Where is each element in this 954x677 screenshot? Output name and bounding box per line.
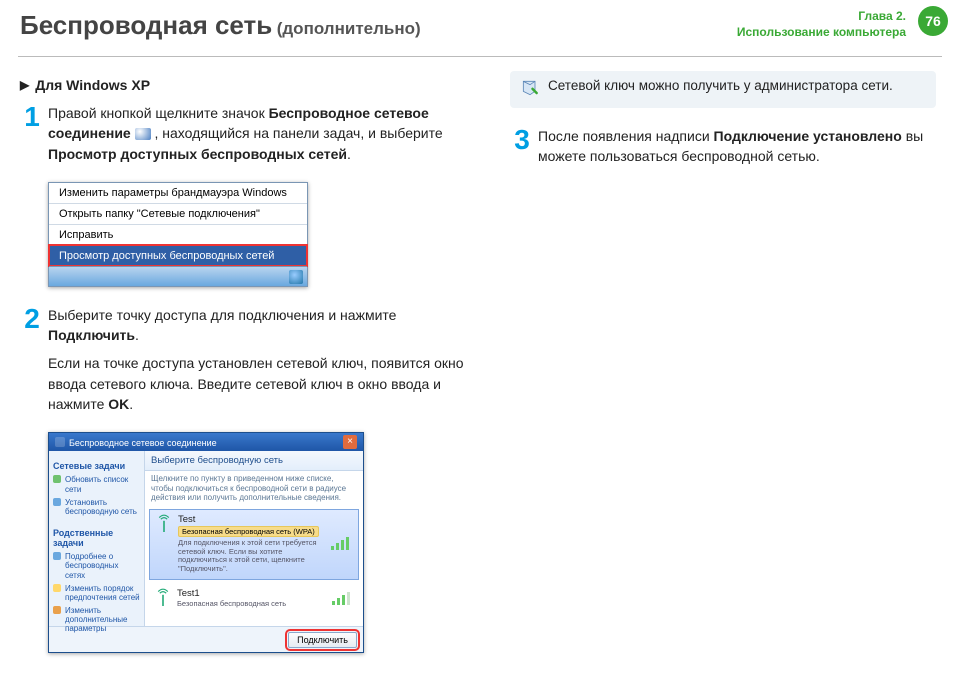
step-number: 1 (20, 97, 44, 138)
window-titlebar[interactable]: Беспроводное сетевое соединение × (49, 433, 363, 451)
sidebar-heading: Сетевые задачи (53, 461, 140, 471)
sidebar-heading: Родственные задачи (53, 528, 140, 548)
sidebar-item-advanced[interactable]: Изменить дополнительные параметры (53, 604, 140, 636)
tip-text: Сетевой ключ можно получить у администра… (548, 78, 893, 93)
antenna-icon (156, 514, 172, 534)
window-icon (55, 437, 65, 447)
window-title-text: Беспроводное сетевое соединение (55, 437, 217, 448)
wireless-window: Беспроводное сетевое соединение × Сетевы… (48, 432, 364, 653)
close-icon[interactable]: × (343, 435, 357, 449)
ap-name: Test (178, 514, 324, 525)
context-menu-screenshot: Изменить параметры брандмауэра Windows О… (48, 182, 308, 287)
triangle-bullet-icon: ▶ (20, 78, 29, 92)
connect-button[interactable]: Подключить (288, 632, 357, 648)
step-1: 1 Правой кнопкой щелкните значок Беспров… (20, 103, 470, 164)
step-number: 2 (20, 299, 44, 340)
window-main: Выберите беспроводную сеть Щелкните по п… (145, 451, 363, 626)
antenna-icon (155, 588, 171, 608)
wireless-window-screenshot: Беспроводное сетевое соединение × Сетевы… (48, 432, 364, 653)
tip-box: Сетевой ключ можно получить у администра… (510, 71, 936, 108)
sidebar-item-refresh[interactable]: Обновить список сети (53, 473, 140, 495)
ap-note: Для подключения к этой сети требуется се… (178, 539, 324, 574)
page-title: Беспроводная сеть (20, 10, 272, 40)
step-2: 2 Выберите точку доступа для подключения… (20, 305, 470, 414)
wireless-tray-icon (135, 128, 151, 140)
sidebar-item-order[interactable]: Изменить порядок предпочтения сетей (53, 582, 140, 604)
heading-windows-xp: ▶Для Windows XP (20, 77, 470, 93)
ctx-item-repair[interactable]: Исправить (49, 224, 307, 245)
signal-strength-icon (330, 536, 352, 552)
ap-security-badge: Безопасная беспроводная сеть (WPA) (178, 526, 319, 537)
ctx-item-view-networks[interactable]: Просмотр доступных беспроводных сетей (49, 245, 307, 266)
step-3: 3 После появления надписи Подключение ус… (510, 126, 936, 167)
sidebar-item-learn[interactable]: Подробнее о беспроводных сетях (53, 550, 140, 582)
page-subtitle: (дополнительно) (277, 19, 421, 38)
main-heading: Выберите беспроводную сеть (145, 451, 363, 471)
taskbar-strip (49, 266, 307, 286)
tray-network-icon (289, 270, 303, 284)
context-menu: Изменить параметры брандмауэра Windows О… (48, 182, 308, 287)
main-description: Щелкните по пункту в приведенном ниже сп… (145, 471, 363, 507)
sidebar-item-setup[interactable]: Установить беспроводную сеть (53, 496, 140, 518)
ap-note: Безопасная беспроводная сеть (177, 600, 325, 609)
access-point[interactable]: Test1 Безопасная беспроводная сеть (149, 584, 359, 615)
window-sidebar: Сетевые задачи Обновить список сети Уста… (49, 451, 145, 626)
chapter-label: Глава 2. Использование компьютера (737, 8, 942, 40)
step-number: 3 (510, 120, 534, 161)
note-icon (520, 78, 540, 101)
signal-strength-icon (331, 591, 353, 607)
page-number-badge: 76 (918, 6, 948, 36)
access-point-selected[interactable]: Test Безопасная беспроводная сеть (WPA) … (149, 509, 359, 581)
ctx-item-open-folder[interactable]: Открыть папку "Сетевые подключения" (49, 203, 307, 224)
ctx-item-firewall[interactable]: Изменить параметры брандмауэра Windows (49, 183, 307, 203)
ap-name: Test1 (177, 588, 325, 599)
